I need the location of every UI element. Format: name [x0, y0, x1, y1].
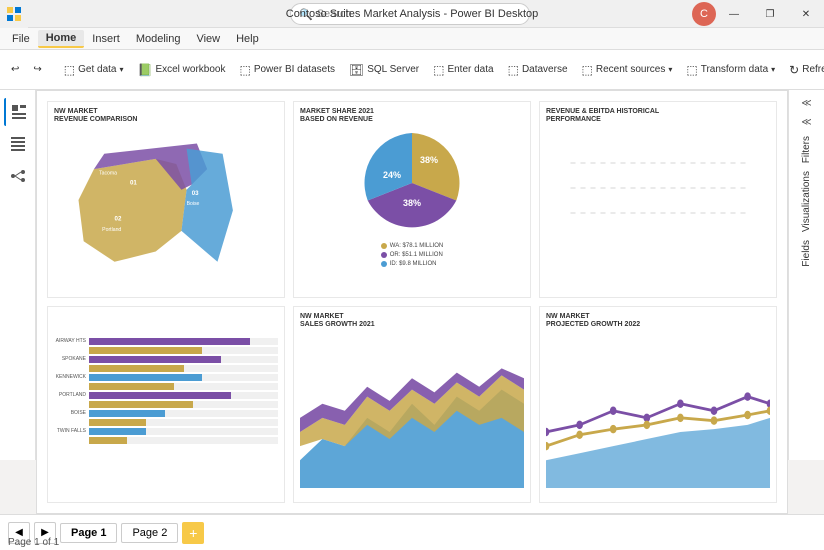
user-avatar[interactable]: C	[692, 2, 716, 26]
page-1-tab[interactable]: Page 1	[60, 523, 117, 543]
ribbon-redo[interactable]: ↪	[28, 61, 46, 78]
svg-text:03: 03	[192, 190, 199, 197]
transform-icon: ⬚	[686, 63, 697, 77]
add-page-button[interactable]: +	[182, 522, 204, 544]
sql-icon: 🗄	[349, 63, 364, 77]
projected-title: NW MARKET PROJECTED GROWTH 2022	[546, 313, 770, 330]
lt-report-view[interactable]	[4, 98, 32, 126]
title-bar: 🔍 Search Contoso Suites Market Analysis …	[0, 0, 824, 28]
enter-data-icon: ⬚	[433, 63, 444, 77]
projected-visual	[546, 333, 770, 489]
panel-collapse-arrow2[interactable]: ≪	[797, 113, 815, 132]
recent-arrow: ▾	[668, 65, 672, 74]
bar-row-3: KENNEWICK	[54, 374, 278, 381]
ribbon-transform[interactable]: ⬚ Transform data ▾	[681, 60, 780, 80]
ribbon-refresh[interactable]: ↻ Refresh	[784, 60, 824, 80]
svg-text:01: 01	[130, 179, 137, 186]
ribbon: ↩ ↪ ⬚ Get data ▾ 📗 Excel workbook ⬚ Powe…	[0, 50, 824, 90]
bar-chart[interactable]: AIRWAY HTS SPOKANE KENNEWICK	[47, 306, 285, 503]
bar-row-5b	[54, 419, 278, 426]
bar-row-2: SPOKANE	[54, 356, 278, 363]
sales-title: NW MARKET SALES GROWTH 2021	[300, 313, 524, 330]
sales-growth-chart[interactable]: NW MARKET SALES GROWTH 2021	[293, 306, 531, 503]
lt-data-view[interactable]	[4, 130, 32, 158]
get-data-arrow: ▾	[119, 65, 123, 74]
svg-text:Portland: Portland	[102, 227, 121, 233]
right-panel: ≪ ≪ Filters Visualizations Fields	[788, 90, 824, 460]
bar-row-5: BOISE	[54, 410, 278, 417]
projected-growth-chart[interactable]: NW MARKET PROJECTED GROWTH 2022	[539, 306, 777, 503]
page-2-tab[interactable]: Page 2	[121, 523, 178, 543]
bar-row-1: AIRWAY HTS	[54, 338, 278, 345]
svg-text:Boise: Boise	[187, 201, 200, 207]
close-button[interactable]: ✕	[788, 0, 824, 28]
pbi-icon: ⬚	[239, 63, 250, 77]
bar-row-3b	[54, 383, 278, 390]
dataverse-icon: ⬚	[508, 63, 519, 77]
bar-row-6b	[54, 437, 278, 444]
main-canvas: NW MARKET REVENUE COMPARISON 01 Tacoma 0…	[36, 90, 788, 514]
visualizations-label[interactable]: Visualizations	[801, 171, 812, 232]
menu-view[interactable]: View	[188, 31, 228, 47]
sales-visual	[300, 333, 524, 489]
ribbon-dataverse[interactable]: ⬚ Dataverse	[503, 60, 573, 80]
svg-text:Tacoma: Tacoma	[99, 170, 117, 176]
bar-row-4b	[54, 401, 278, 408]
pie-legend: WA: $78.1 MILLION OR: $51.1 MILLION ID: …	[381, 242, 443, 269]
bottom-bar: ◀ ▶ Page 1 Page 2 + Page 1 of 1	[0, 514, 824, 550]
bar-row-4: PORTLAND	[54, 392, 278, 399]
ribbon-sql[interactable]: 🗄 SQL Server	[344, 60, 424, 80]
ribbon-recent-sources[interactable]: ⬚ Recent sources ▾	[577, 60, 678, 80]
get-data-icon: ⬚	[64, 63, 75, 77]
menu-file[interactable]: File	[4, 31, 38, 47]
map-title: NW MARKET REVENUE COMPARISON	[54, 108, 278, 125]
svg-text:38%: 38%	[420, 155, 438, 165]
refresh-icon: ↻	[789, 63, 799, 77]
page-status: Page 1 of 1	[8, 537, 59, 548]
menu-modeling[interactable]: Modeling	[128, 31, 189, 47]
revenue-title: REVENUE & EBITDA HISTORICAL PERFORMANCE	[546, 108, 770, 125]
lt-model-view[interactable]	[4, 162, 32, 190]
menu-help[interactable]: Help	[228, 31, 267, 47]
transform-arrow: ▾	[771, 65, 775, 74]
revenue-visual	[546, 128, 770, 250]
menu-bar: File Home Insert Modeling View Help	[0, 28, 824, 50]
window-controls: — ❐ ✕	[716, 0, 824, 28]
window-title: Contoso Suites Market Analysis - Power B…	[286, 8, 539, 20]
recent-icon: ⬚	[582, 63, 593, 77]
revenue-chart[interactable]: REVENUE & EBITDA HISTORICAL PERFORMANCE	[539, 101, 777, 298]
ribbon-get-data[interactable]: ⬚ Get data ▾	[59, 60, 129, 80]
map-visual: 01 Tacoma 02 Portland 03 Boise	[54, 128, 278, 293]
map-chart[interactable]: NW MARKET REVENUE COMPARISON 01 Tacoma 0…	[47, 101, 285, 298]
ribbon-enter-data[interactable]: ⬚ Enter data	[428, 60, 499, 80]
ribbon-undo[interactable]: ↩	[6, 61, 24, 78]
pie-title: MARKET SHARE 2021 BASED ON REVENUE	[300, 108, 524, 125]
bar-visual: AIRWAY HTS SPOKANE KENNEWICK	[54, 313, 278, 469]
bar-row-1b	[54, 347, 278, 354]
panel-collapse-arrow[interactable]: ≪	[797, 94, 815, 113]
ribbon-excel[interactable]: 📗 Excel workbook	[133, 60, 231, 80]
fields-label[interactable]: Fields	[801, 240, 812, 267]
pie-visual: 38% 38% 24% WA: $78.1 MILLION OR: $51.1 …	[300, 128, 524, 284]
bar-row-2b	[54, 365, 278, 372]
filters-label[interactable]: Filters	[801, 136, 812, 163]
app-icon	[0, 0, 28, 28]
menu-home[interactable]: Home	[38, 30, 85, 48]
restore-button[interactable]: ❐	[752, 0, 788, 28]
svg-text:38%: 38%	[403, 198, 421, 208]
ribbon-pbi-datasets[interactable]: ⬚ Power BI datasets	[234, 60, 340, 80]
svg-text:24%: 24%	[383, 170, 401, 180]
minimize-button[interactable]: —	[716, 0, 752, 28]
excel-icon: 📗	[138, 63, 153, 77]
svg-text:02: 02	[115, 215, 122, 222]
menu-insert[interactable]: Insert	[84, 31, 128, 47]
pie-chart[interactable]: MARKET SHARE 2021 BASED ON REVENUE 38% 3…	[293, 101, 531, 298]
left-toolbar	[0, 90, 36, 460]
bar-row-6: TWIN FALLS	[54, 428, 278, 435]
